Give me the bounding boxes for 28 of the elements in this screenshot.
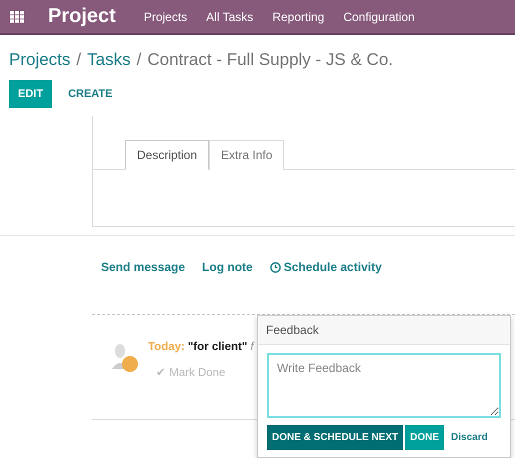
breadcrumb-separator: / [76, 50, 82, 70]
clock-icon [270, 262, 281, 272]
breadcrumb-separator: / [136, 50, 142, 70]
avatar-icon [110, 341, 140, 373]
apps-menu-icon[interactable] [10, 10, 24, 22]
chatter-link[interactable]: Send message [101, 260, 186, 274]
create-button[interactable]: CREATE [58, 80, 122, 108]
app-title: Project [48, 5, 116, 28]
feedback-field[interactable]: Write Feedback [267, 353, 501, 418]
breadcrumb-current: Contract - Full Supply - JS & Co. [147, 50, 393, 70]
edit-button[interactable]: EDIT [9, 80, 52, 108]
done-schedule-next-button[interactable]: DONE & SCHEDULE NEXT [267, 425, 404, 450]
tab[interactable]: Description [125, 140, 210, 170]
due-label: Today: [148, 341, 185, 353]
tab[interactable]: Extra Info [209, 140, 284, 170]
breadcrumb-link[interactable]: Projects [9, 50, 70, 70]
nav-menu-item[interactable]: All Tasks [206, 10, 254, 24]
discard-button[interactable]: Discard [446, 425, 493, 450]
activity-note: f [250, 341, 254, 353]
done-button[interactable]: DONE [405, 425, 444, 450]
nav-menu-item[interactable]: Projects [144, 10, 188, 24]
activity-summary: "for client" [188, 341, 248, 353]
nav-menu-item[interactable]: Reporting [272, 10, 324, 24]
chatter-link[interactable]: Log note [202, 260, 253, 274]
schedule-activity-link[interactable]: Schedule activity [270, 260, 382, 274]
breadcrumb-link[interactable]: Tasks [87, 50, 131, 70]
popover-title: Feedback [258, 316, 510, 345]
nav-menu-item[interactable]: Configuration [343, 10, 415, 24]
